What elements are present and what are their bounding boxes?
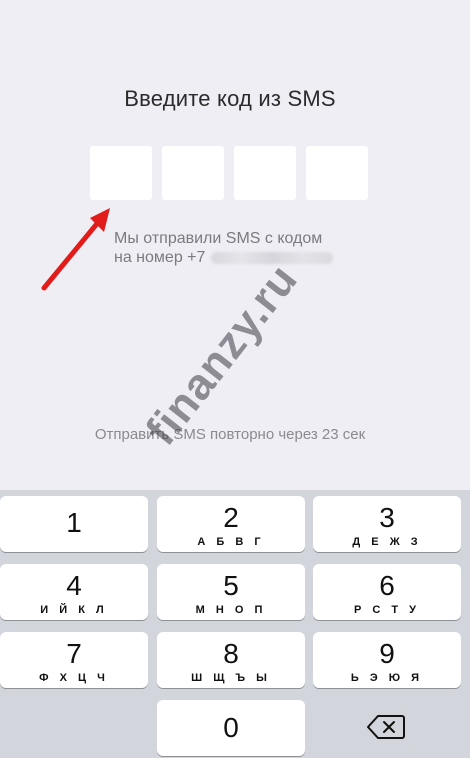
page-title: Введите код из SMS xyxy=(124,86,336,111)
key-2[interactable]: 2 А Б В Г xyxy=(157,496,305,552)
code-digit-1[interactable] xyxy=(90,146,152,200)
sms-code-screen: Введите код из SMS Мы отправили SMS с ко… xyxy=(0,0,470,490)
sent-info-line2: на номер +7 xyxy=(114,249,206,266)
key-3[interactable]: 3 Д Е Ж З xyxy=(313,496,461,552)
code-digit-4[interactable] xyxy=(306,146,368,200)
key-0[interactable]: 0 xyxy=(157,700,305,756)
key-4[interactable]: 4 И Й К Л xyxy=(0,564,148,620)
resend-timer: Отправить SMS повторно через 23 сек xyxy=(94,426,366,443)
watermark: finanzy.ru xyxy=(136,255,308,455)
code-digit-2[interactable] xyxy=(162,146,224,200)
sent-info: Мы отправили SMS с кодом на номер +7 xyxy=(114,229,334,267)
key-8[interactable]: 8 Ш Щ Ъ Ы xyxy=(157,632,305,688)
key-6[interactable]: 6 Р С Т У xyxy=(313,564,461,620)
key-5[interactable]: 5 М Н О П xyxy=(157,564,305,620)
red-arrow-annotation xyxy=(41,208,110,291)
code-digit-3[interactable] xyxy=(234,146,296,200)
key-9[interactable]: 9 Ь Э Ю Я xyxy=(313,632,461,688)
key-1[interactable]: 1 xyxy=(0,496,148,552)
sent-info-line1: Мы отправили SMS с кодом xyxy=(114,230,323,247)
backspace-icon[interactable] xyxy=(366,713,406,741)
key-7[interactable]: 7 Ф Х Ц Ч xyxy=(0,632,148,688)
